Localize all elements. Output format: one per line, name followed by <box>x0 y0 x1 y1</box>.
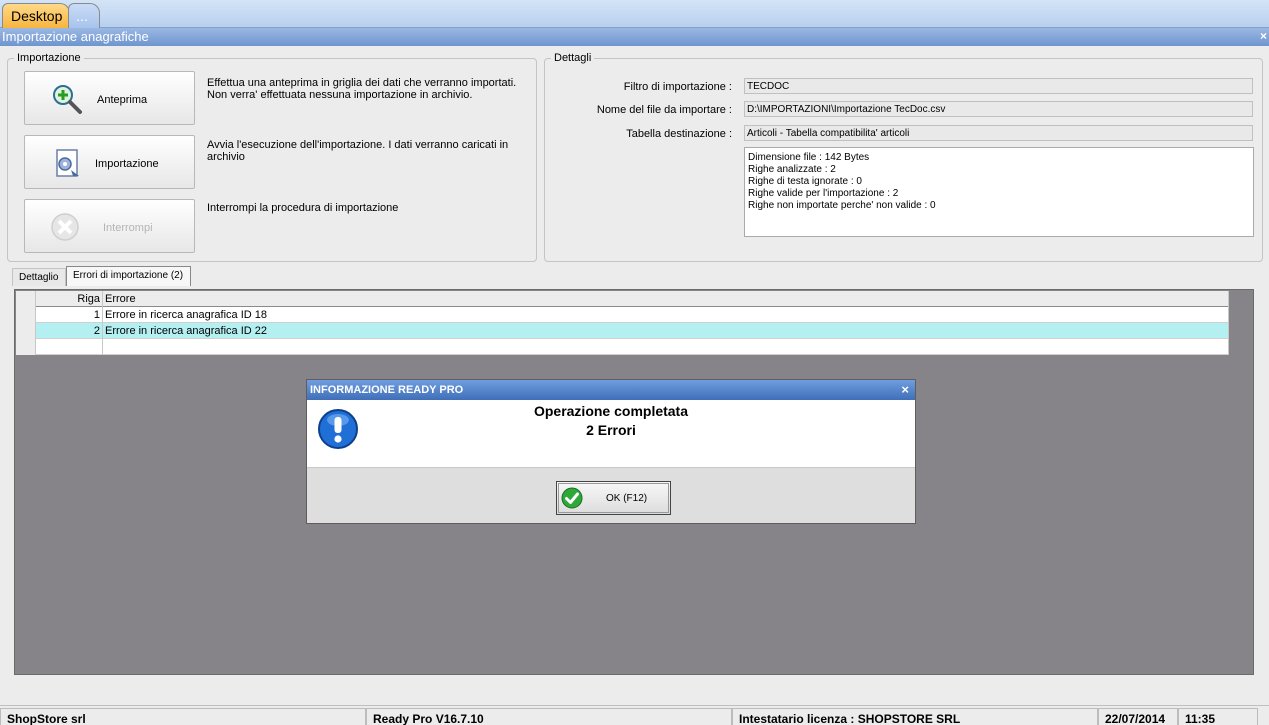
window-title: Importazione anagrafiche <box>2 29 149 44</box>
errors-grid: Riga Errore 1 Errore in ricerca anagrafi… <box>16 291 1229 355</box>
file-field: D:\IMPORTAZIONI\Importazione TecDoc.csv <box>744 101 1253 117</box>
cell-riga[interactable]: 2 <box>36 323 103 339</box>
tab-import-errors[interactable]: Errori di importazione (2) <box>66 266 191 286</box>
summary-line: Righe non importate perche' non valide :… <box>748 200 936 211</box>
check-icon <box>561 487 583 509</box>
file-label: Nome del file da importare : <box>596 104 732 116</box>
status-time: 11:35 <box>1178 708 1258 725</box>
filter-label: Filtro di importazione : <box>623 81 732 93</box>
table-label: Tabella destinazione : <box>626 128 732 140</box>
cell-errore[interactable] <box>103 339 1229 355</box>
import-group-legend: Importazione <box>14 52 84 64</box>
cell-errore[interactable]: Errore in ricerca anagrafica ID 22 <box>103 323 1229 339</box>
column-header-riga[interactable]: Riga <box>36 291 103 307</box>
desktop-tab-strip: Desktop ... <box>0 0 1269 28</box>
summary-line: Righe analizzate : 2 <box>748 164 836 175</box>
import-gear-icon <box>56 149 79 177</box>
dialog-message-line1: Operazione completata <box>533 403 689 419</box>
cell-riga[interactable]: 1 <box>36 307 103 323</box>
tab-desktop[interactable]: Desktop <box>2 3 70 28</box>
dialog-message-line2: 2 Errori <box>586 422 636 438</box>
ok-button-label: OK (F12) <box>606 493 648 504</box>
summary-line: Righe valide per l'importazione : 2 <box>748 188 899 199</box>
table-field: Articoli - Tabella compatibilita' artico… <box>744 125 1253 141</box>
import-summary-box: Dimensione file : 142 Bytes Righe analiz… <box>744 147 1254 237</box>
import-group: Importazione Anteprima Effettua una ante… <box>7 52 537 262</box>
info-dialog: INFORMAZIONE READY PRO × Operazione comp… <box>306 379 916 524</box>
grid-header: Riga Errore <box>16 291 1229 307</box>
table-row[interactable]: 1 Errore in ricerca anagrafica ID 18 <box>16 307 1229 323</box>
row-indicator-header <box>16 291 36 307</box>
stop-description: Interrompi la procedura di importazione <box>207 202 399 214</box>
tab-more[interactable]: ... <box>68 3 100 28</box>
preview-button-label: Anteprima <box>97 94 148 106</box>
summary-line: Righe di testa ignorate : 0 <box>748 176 862 187</box>
dialog-footer: OK (F12) <box>307 467 915 523</box>
summary-line: Dimensione file : 142 Bytes <box>748 152 870 163</box>
details-group-legend: Dettagli <box>551 52 595 64</box>
table-row-selected[interactable]: 2 Errore in ricerca anagrafica ID 22 <box>16 323 1229 339</box>
table-row-empty[interactable] <box>16 339 1229 355</box>
import-button-label: Importazione <box>95 158 159 170</box>
stop-button[interactable]: Interrompi <box>24 199 195 253</box>
cell-errore[interactable]: Errore in ricerca anagrafica ID 18 <box>103 307 1229 323</box>
stop-icon <box>51 213 79 241</box>
dialog-close-icon[interactable]: × <box>901 382 909 397</box>
dialog-title: INFORMAZIONE READY PRO <box>310 384 464 396</box>
row-indicator[interactable] <box>16 339 36 355</box>
status-bar: ShopStore srl Ready Pro V16.7.10 Intesta… <box>0 705 1269 725</box>
preview-button[interactable]: Anteprima <box>24 71 195 125</box>
cell-riga[interactable] <box>36 339 103 355</box>
stop-button-label: Interrompi <box>103 222 153 234</box>
filter-field: TECDOC <box>744 78 1253 94</box>
search-plus-icon <box>53 85 82 114</box>
status-version: Ready Pro V16.7.10 <box>366 708 732 725</box>
details-group: Dettagli Filtro di importazione : TECDOC… <box>544 52 1263 262</box>
window-close-icon[interactable]: × <box>1260 29 1267 43</box>
row-indicator[interactable] <box>16 307 36 323</box>
status-license: Intestatario licenza : SHOPSTORE SRL <box>732 708 1098 725</box>
column-header-errore[interactable]: Errore <box>103 291 1229 307</box>
window-title-bar: Importazione anagrafiche × <box>0 28 1269 46</box>
ok-button[interactable]: OK (F12) <box>556 481 671 515</box>
dialog-title-bar: INFORMAZIONE READY PRO × <box>307 380 915 400</box>
preview-description: Effettua una anteprima in griglia dei da… <box>207 77 517 101</box>
status-company: ShopStore srl <box>0 708 366 725</box>
row-indicator[interactable] <box>16 323 36 339</box>
import-description: Avvia l'esecuzione dell'importazione. I … <box>207 139 509 163</box>
status-date: 22/07/2014 <box>1098 708 1178 725</box>
tab-detail[interactable]: Dettaglio <box>12 268 66 286</box>
import-button[interactable]: Importazione <box>24 135 195 189</box>
dialog-message: Operazione completata 2 Errori <box>307 402 915 440</box>
